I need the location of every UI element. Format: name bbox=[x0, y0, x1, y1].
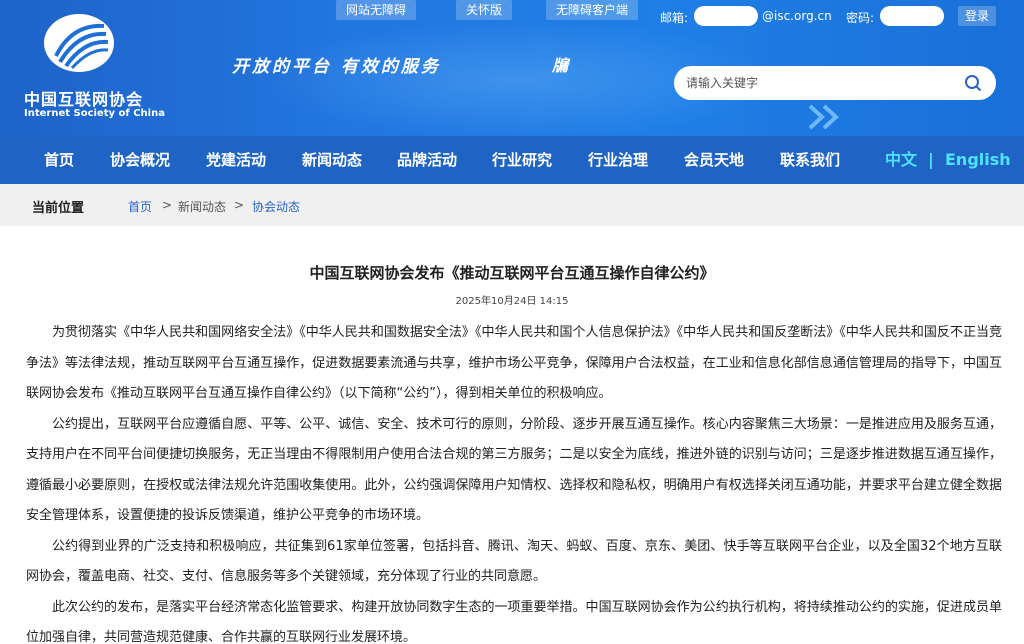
email-domain: @isc.org.cn bbox=[762, 9, 832, 23]
site-header: 中国互联网协会 Internet Society of China 开放的平台 … bbox=[0, 0, 1024, 136]
article-title: 中国互联网协会发布《推动互联网平台互通互操作自律公约》 bbox=[309, 264, 715, 282]
email-field[interactable] bbox=[694, 6, 758, 26]
login-button[interactable]: 登录 bbox=[958, 6, 997, 26]
lang-cn-link[interactable]: 中文 bbox=[885, 136, 917, 184]
header-slogan: 开放的平台 有效的服务 bbox=[232, 57, 441, 77]
article-date: 2025年10月24日 14:15 bbox=[455, 296, 569, 307]
care-mode-button[interactable]: 关怀版 bbox=[456, 0, 513, 20]
nav-item-news[interactable]: 新闻动态 bbox=[302, 136, 362, 184]
article-paragraph: 此次公约的发布，是落实平台经济常态化监管要求、构建开放协同数字生态的一项重要举措… bbox=[26, 599, 1002, 644]
nav-item-contact[interactable]: 联系我们 bbox=[780, 136, 840, 184]
site-logo[interactable]: 中国互联网协会 Internet Society of China bbox=[24, 10, 165, 120]
accessibility-button[interactable]: 网站无障碍 bbox=[336, 0, 417, 20]
lang-en-link[interactable]: English bbox=[945, 136, 1011, 184]
search-box bbox=[674, 66, 996, 100]
logo-emblem-icon bbox=[44, 14, 114, 72]
logo-text-en: Internet Society of China bbox=[24, 108, 165, 119]
search-input[interactable] bbox=[686, 66, 956, 100]
breadcrumb-separator: > bbox=[234, 198, 245, 212]
chevron-right-icon bbox=[808, 104, 839, 130]
nav-item-about[interactable]: 协会概况 bbox=[110, 136, 170, 184]
breadcrumb-separator: > bbox=[162, 198, 173, 212]
breadcrumb: 当前位置 首页 > 新闻动态 > 协会动态 bbox=[0, 184, 1024, 226]
breadcrumb-news[interactable]: 新闻动态 bbox=[178, 198, 226, 215]
breadcrumb-current[interactable]: 协会动态 bbox=[252, 198, 300, 215]
nav-item-governance[interactable]: 行业治理 bbox=[588, 136, 648, 184]
article-body: 为贯彻落实《中华人民共和国网络安全法》《中华人民共和国数据安全法》《中华人民共和… bbox=[26, 318, 1002, 644]
breadcrumb-title: 当前位置 bbox=[32, 201, 85, 216]
password-label: 密码: bbox=[846, 11, 875, 25]
article-paragraph: 为贯彻落实《中华人民共和国网络安全法》《中华人民共和国数据安全法》《中华人民共和… bbox=[26, 325, 1002, 401]
main-nav: 首页 协会概况 党建活动 新闻动态 品牌活动 行业研究 行业治理 会员天地 联系… bbox=[0, 136, 1024, 184]
nav-item-home[interactable]: 首页 bbox=[44, 136, 74, 184]
search-icon[interactable] bbox=[964, 74, 982, 92]
nav-item-party[interactable]: 党建活动 bbox=[206, 136, 266, 184]
logo-text-cn: 中国互联网协会 bbox=[24, 90, 144, 109]
lang-separator: | bbox=[928, 150, 934, 169]
accessibility-client-button[interactable]: 无障碍客户端 bbox=[546, 0, 639, 20]
nav-item-members[interactable]: 会员天地 bbox=[684, 136, 744, 184]
email-label: 邮箱: bbox=[660, 11, 689, 25]
nav-item-brand[interactable]: 品牌活动 bbox=[397, 136, 457, 184]
breadcrumb-home[interactable]: 首页 bbox=[128, 198, 152, 215]
nav-item-research[interactable]: 行业研究 bbox=[492, 136, 552, 184]
password-field[interactable] bbox=[880, 6, 944, 26]
article-paragraph: 公约得到业界的广泛支持和积极响应，共征集到61家单位签署，包括抖音、腾讯、淘天、… bbox=[26, 538, 1002, 585]
article-paragraph: 公约提出，互联网平台应遵循自愿、平等、公平、诚信、安全、技术可行的原则，分阶段、… bbox=[26, 416, 1002, 524]
header-slogan-mark: 牖 bbox=[552, 56, 569, 75]
